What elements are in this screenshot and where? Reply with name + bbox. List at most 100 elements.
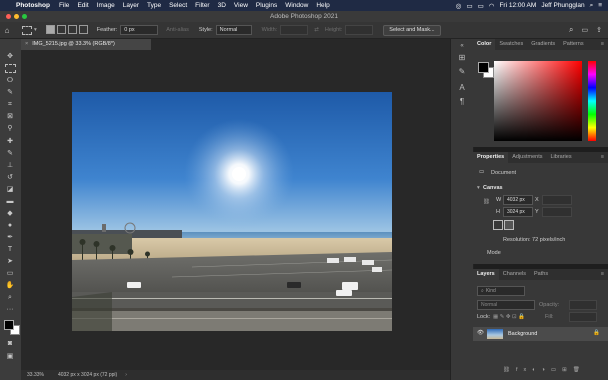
menu-window[interactable]: Window [281, 2, 312, 9]
paragraph-panel-icon[interactable]: ¶ [456, 97, 468, 107]
menu-plugins[interactable]: Plugins [252, 2, 281, 9]
wifi-icon[interactable]: ◠ [489, 2, 495, 10]
chevron-down-icon[interactable]: ▾ [477, 185, 480, 191]
blend-mode-select[interactable]: Normal [477, 300, 535, 310]
battery-icon[interactable]: ▭ [478, 2, 484, 10]
brushes-panel-icon[interactable]: ✎ [456, 67, 468, 77]
close-tab-icon[interactable]: × [25, 39, 28, 50]
healing-brush-tool-icon[interactable]: ✚ [4, 137, 16, 147]
screen-mode-icon[interactable]: ▣ [4, 352, 16, 362]
rectangle-tool-icon[interactable]: ▭ [4, 269, 16, 279]
foreground-swatch[interactable] [478, 62, 489, 73]
layer-row-background[interactable]: 👁 Background 🔒 [473, 327, 608, 341]
zoom-level[interactable]: 33.33% [21, 370, 50, 380]
chevron-right-icon[interactable]: › [125, 370, 127, 380]
lock-options-icon[interactable]: ▦ ✎ ✥ ⊡ 🔒 [493, 314, 525, 320]
tab-color[interactable]: Color [473, 39, 496, 50]
panel-menu-icon[interactable]: ≡ [597, 39, 608, 50]
visibility-eye-icon[interactable]: 👁 [477, 330, 484, 336]
menu-view[interactable]: View [230, 2, 252, 9]
tab-swatches[interactable]: Swatches [495, 39, 527, 50]
new-selection-icon[interactable] [45, 24, 55, 34]
canvas-section-title[interactable]: Canvas [483, 185, 503, 191]
intersect-selection-icon[interactable] [78, 24, 88, 34]
subtract-selection-icon[interactable] [67, 24, 77, 34]
tab-channels[interactable]: Channels [499, 269, 530, 280]
tab-patterns[interactable]: Patterns [559, 39, 587, 50]
color-field[interactable] [494, 61, 582, 141]
character-panel-icon[interactable]: A [456, 83, 468, 93]
menu-edit[interactable]: Edit [73, 2, 92, 9]
history-brush-tool-icon[interactable]: ↺ [4, 173, 16, 183]
collapse-dock-icon[interactable]: « [456, 41, 468, 51]
feather-input[interactable]: 0 px [120, 25, 159, 35]
marquee-preset-icon[interactable] [22, 25, 32, 35]
layer-filter-select[interactable]: ⌕ Kind [477, 286, 525, 296]
clock[interactable]: Fri 12:00 AM [499, 2, 536, 9]
layer-name[interactable]: Background [508, 331, 537, 337]
menu-type[interactable]: Type [143, 2, 165, 9]
move-tool-icon[interactable]: ✥ [4, 52, 16, 62]
quick-mask-icon[interactable]: ◙ [4, 339, 16, 349]
minimize-window-button[interactable] [14, 14, 19, 19]
tab-properties[interactable]: Properties [473, 152, 509, 163]
menu-3d[interactable]: 3D [214, 2, 230, 9]
dodge-tool-icon[interactable]: ● [4, 221, 16, 231]
document-info[interactable]: 4032 px x 3024 px (72 ppi) [50, 370, 125, 380]
zoom-tool-icon[interactable]: ⌕ [4, 293, 16, 303]
menu-image[interactable]: Image [93, 2, 119, 9]
layers-footer-icons[interactable]: ⛓fx◐◑▭⊞🗑 [503, 367, 586, 373]
portrait-orientation-icon[interactable] [493, 220, 503, 230]
panel-menu-icon[interactable]: ≡ [597, 269, 608, 280]
menu-file[interactable]: File [55, 2, 73, 9]
tab-libraries[interactable]: Libraries [546, 152, 575, 163]
path-selection-tool-icon[interactable]: ➤ [4, 257, 16, 267]
link-icon[interactable]: ⛓ [483, 199, 490, 205]
width-input[interactable] [280, 25, 309, 35]
pen-tool-icon[interactable]: ✒ [4, 233, 16, 243]
user-name[interactable]: Jeff Phungglan [541, 2, 584, 9]
hue-slider[interactable] [588, 61, 596, 141]
share-icon[interactable]: ⇪ [596, 26, 602, 34]
zoom-window-button[interactable] [22, 14, 27, 19]
creative-cloud-icon[interactable]: ◎ [456, 2, 462, 10]
home-icon[interactable]: ⌂ [0, 26, 14, 35]
quick-selection-tool-icon[interactable]: ✎ [4, 88, 16, 98]
gradient-tool-icon[interactable]: ▬ [4, 197, 16, 207]
document-image[interactable] [72, 92, 392, 331]
canvas-height-input[interactable]: 3024 px [503, 207, 533, 217]
hand-tool-icon[interactable]: ✋ [4, 281, 16, 291]
document-tab[interactable]: × IMG_5215.jpg @ 33.3% (RGB/8*) [21, 39, 151, 50]
menu-select[interactable]: Select [165, 2, 191, 9]
lock-icon[interactable]: 🔒 [593, 330, 600, 336]
blur-tool-icon[interactable]: ◆ [4, 209, 16, 219]
eraser-tool-icon[interactable]: ◪ [4, 185, 16, 195]
type-tool-icon[interactable]: T [4, 245, 16, 255]
control-center-icon[interactable]: ≡ [598, 2, 602, 9]
app-menu[interactable]: Photoshop [14, 2, 55, 9]
swap-dimensions-icon[interactable]: ⇄ [314, 27, 319, 33]
more-tools-icon[interactable]: ··· [4, 305, 16, 315]
menu-help[interactable]: Help [312, 2, 333, 9]
height-input[interactable] [345, 25, 374, 35]
history-panel-icon[interactable]: ⊞ [456, 53, 468, 63]
antialias-checkbox[interactable]: Anti-alias [166, 27, 189, 33]
lasso-tool-icon[interactable]: ⵔ [4, 76, 16, 86]
brush-tool-icon[interactable]: ✎ [4, 149, 16, 159]
search-icon[interactable]: ⌕ [569, 25, 573, 35]
workspace-icon[interactable]: ▭ [582, 26, 589, 34]
opacity-input[interactable] [569, 300, 597, 310]
tab-gradients[interactable]: Gradients [527, 39, 559, 50]
y-input[interactable] [542, 207, 572, 217]
landscape-orientation-icon[interactable] [504, 220, 514, 230]
menu-layer[interactable]: Layer [119, 2, 143, 9]
crop-tool-icon[interactable]: ⌗ [4, 100, 16, 110]
x-input[interactable] [542, 195, 572, 205]
panel-menu-icon[interactable]: ≡ [597, 152, 608, 163]
tab-adjustments[interactable]: Adjustments [508, 152, 546, 163]
tab-layers[interactable]: Layers [473, 269, 499, 280]
add-selection-icon[interactable] [56, 24, 66, 34]
chevron-down-icon[interactable]: ▾ [34, 27, 37, 33]
tab-paths[interactable]: Paths [530, 269, 552, 280]
menu-filter[interactable]: Filter [191, 2, 213, 9]
